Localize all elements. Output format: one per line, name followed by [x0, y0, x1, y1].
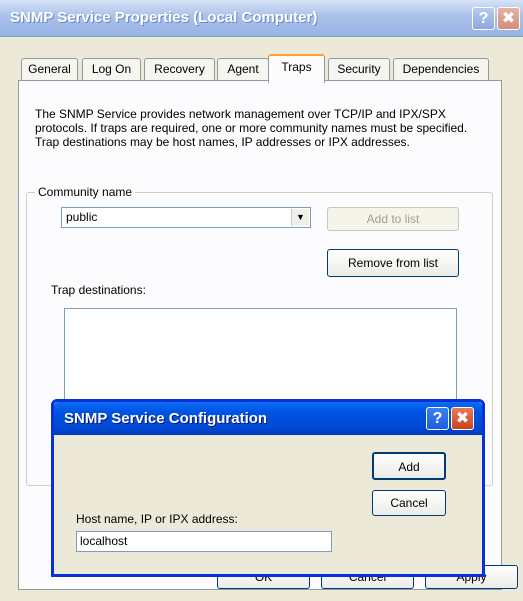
dialog-cancel-button[interactable]: Cancel: [372, 490, 446, 516]
tab-agent[interactable]: Agent: [217, 58, 269, 81]
tab-dependencies[interactable]: Dependencies: [393, 58, 489, 81]
close-icon[interactable]: ✖: [451, 407, 474, 430]
community-name-value: public: [66, 210, 98, 224]
community-name-label: Community name: [35, 185, 136, 199]
close-icon[interactable]: ✖: [497, 7, 520, 30]
snmp-configuration-dialog: SNMP Service Configuration ? ✖ Add Cance…: [51, 399, 485, 577]
tab-traps[interactable]: Traps: [268, 54, 325, 83]
tab-general[interactable]: General: [21, 58, 78, 81]
host-address-label: Host name, IP or IPX address:: [76, 512, 238, 526]
help-icon[interactable]: ?: [472, 7, 495, 30]
trap-destinations-label: Trap destinations:: [51, 283, 146, 297]
chevron-down-icon[interactable]: ▼: [291, 209, 309, 226]
dialog-title: SNMP Service Configuration: [64, 410, 268, 427]
host-address-value: localhost: [80, 534, 128, 548]
remove-from-list-button[interactable]: Remove from list: [327, 249, 459, 277]
description-text: The SNMP Service provides network manage…: [35, 107, 468, 149]
add-button[interactable]: Add: [372, 452, 446, 480]
add-to-list-button[interactable]: Add to list: [327, 207, 459, 231]
dialog-title-bar[interactable]: SNMP Service Configuration ? ✖: [54, 402, 482, 435]
help-icon[interactable]: ?: [426, 407, 449, 430]
tab-recovery[interactable]: Recovery: [144, 58, 215, 81]
tab-security[interactable]: Security: [328, 58, 390, 81]
window-title: SNMP Service Properties (Local Computer): [10, 9, 318, 26]
title-bar[interactable]: SNMP Service Properties (Local Computer)…: [0, 0, 523, 37]
tab-log-on[interactable]: Log On: [82, 58, 141, 81]
community-name-combobox[interactable]: public ▼: [61, 207, 311, 228]
host-address-input[interactable]: localhost: [76, 531, 332, 552]
trap-destinations-list[interactable]: [64, 308, 457, 410]
